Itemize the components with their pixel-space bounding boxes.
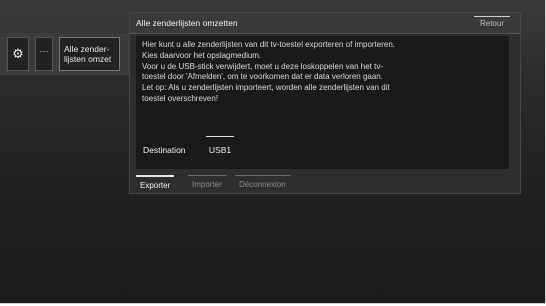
tv-screen: ⚙ ··· Alle zender- lijsten omzet Alle ze… — [0, 0, 546, 304]
tab-exporter[interactable]: Exporter — [136, 175, 175, 193]
settings-tile[interactable]: ⚙ — [7, 37, 29, 71]
description-line: Hier kunt u alle zenderlijsten van dit t… — [142, 40, 396, 49]
description-line: toestel door 'Afmelden', om te voorkomen… — [142, 72, 383, 82]
menu-item-label-line2: lijsten omzet — [64, 54, 112, 64]
action-tabs: Exporter Importer Déconnexion — [136, 175, 336, 191]
more-tile[interactable]: ··· — [35, 37, 53, 71]
dialog-description: Hier kunt u alle zenderlijsten van dit t… — [142, 40, 503, 105]
tab-importer[interactable]: Importer — [188, 175, 226, 192]
channel-list-dialog: Alle zenderlijsten omzetten Retour Hier … — [129, 12, 521, 194]
destination-label: Destination — [143, 145, 186, 155]
description-line: toestel overschreven! — [142, 93, 219, 103]
more-label: ··· — [39, 46, 49, 56]
retour-button[interactable]: Retour — [474, 16, 510, 31]
menu-item-label-line1: Alle zender- — [64, 44, 110, 54]
menu-item-channel-lists[interactable]: Alle zender- lijsten omzet — [59, 37, 120, 71]
tab-deconnexion[interactable]: Déconnexion — [235, 175, 290, 192]
dialog-body: Hier kunt u alle zenderlijsten van dit t… — [136, 36, 509, 169]
gear-icon: ⚙ — [12, 46, 24, 61]
description-line: Kies daarvoor het opslagmedium. — [142, 50, 262, 60]
destination-select[interactable]: USB1 — [206, 136, 234, 155]
dialog-title: Alle zenderlijsten omzetten — [136, 18, 238, 28]
description-line: Voor u de USB-stick verwijdert, moet u d… — [142, 61, 384, 71]
description-line: Let op: Als u zenderlijsten importeert, … — [142, 83, 390, 93]
dialog-header: Alle zenderlijsten omzetten Retour — [130, 13, 520, 34]
left-menu-strip: ⚙ ··· Alle zender- lijsten omzet — [0, 33, 129, 75]
